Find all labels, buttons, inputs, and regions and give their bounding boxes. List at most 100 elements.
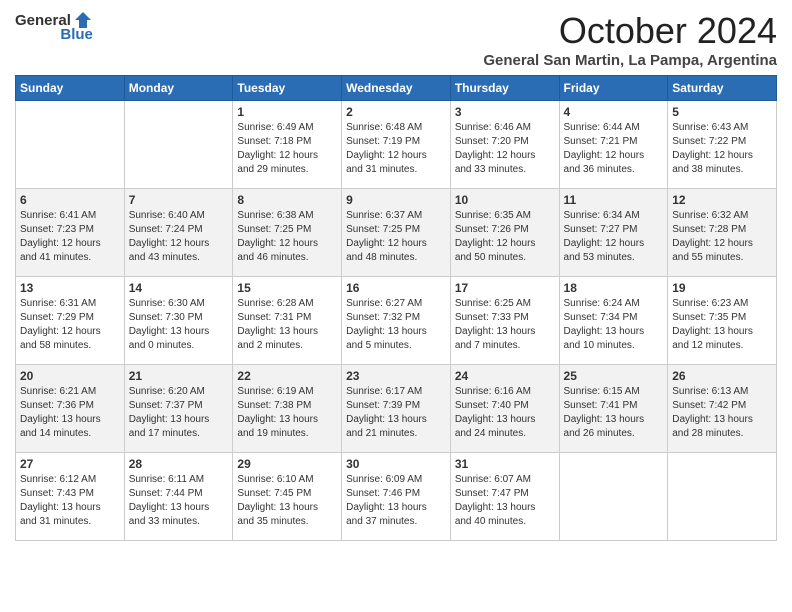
calendar-cell: 21 Sunrise: 6:20 AM Sunset: 7:37 PM Dayli…	[124, 365, 233, 453]
cell-info: Sunrise: 6:30 AM Sunset: 7:30 PM Dayligh…	[129, 297, 229, 353]
day-number: 10	[455, 193, 555, 207]
day-number: 24	[455, 369, 555, 383]
calendar-cell: 16 Sunrise: 6:27 AM Sunset: 7:32 PM Dayli…	[342, 277, 451, 365]
calendar-cell: 13Sunrise: 6:31 AM Sunset: 7:29 PM Dayli…	[16, 277, 125, 365]
day-number: 7	[129, 193, 229, 207]
calendar-week-4: 20Sunrise: 6:21 AM Sunset: 7:36 PM Dayli…	[16, 365, 777, 453]
day-number: 14	[129, 281, 229, 295]
calendar-cell	[559, 453, 668, 541]
header-sunday: Sunday	[16, 76, 125, 101]
cell-info: Sunrise: 6:20 AM Sunset: 7:37 PM Dayligh…	[129, 385, 229, 441]
cell-info: Sunrise: 6:31 AM Sunset: 7:29 PM Dayligh…	[20, 297, 120, 353]
calendar-cell: 4 Sunrise: 6:44 AM Sunset: 7:21 PM Daylig…	[559, 101, 668, 189]
calendar-cell: 23Sunrise: 6:17 AM Sunset: 7:39 PM Dayli…	[342, 365, 451, 453]
day-number: 28	[129, 457, 229, 471]
day-number: 31	[455, 457, 555, 471]
cell-info: Sunrise: 6:16 AM Sunset: 7:40 PM Dayligh…	[455, 385, 555, 441]
cell-info: Sunrise: 6:34 AM Sunset: 7:27 PM Dayligh…	[564, 209, 664, 265]
calendar-cell: 10 Sunrise: 6:35 AM Sunset: 7:26 PM Dayli…	[450, 189, 559, 277]
day-number: 3	[455, 105, 555, 119]
calendar-cell: 3Sunrise: 6:46 AM Sunset: 7:20 PM Daylig…	[450, 101, 559, 189]
calendar-body: 1Sunrise: 6:49 AM Sunset: 7:18 PM Daylig…	[16, 101, 777, 541]
day-number: 6	[20, 193, 120, 207]
title-block: October 2024 General San Martin, La Pamp…	[483, 10, 777, 69]
calendar-cell: 14 Sunrise: 6:30 AM Sunset: 7:30 PM Dayli…	[124, 277, 233, 365]
calendar-cell: 18 Sunrise: 6:24 AM Sunset: 7:34 PM Dayli…	[559, 277, 668, 365]
cell-info: Sunrise: 6:38 AM Sunset: 7:25 PM Dayligh…	[237, 209, 337, 265]
calendar-cell: 19 Sunrise: 6:23 AM Sunset: 7:35 PM Dayli…	[668, 277, 777, 365]
day-number: 21	[129, 369, 229, 383]
cell-info: Sunrise: 6:41 AM Sunset: 7:23 PM Dayligh…	[20, 209, 120, 265]
calendar-cell: 30 Sunrise: 6:09 AM Sunset: 7:46 PM Dayli…	[342, 453, 451, 541]
day-number: 16	[346, 281, 446, 295]
calendar-cell: 7 Sunrise: 6:40 AM Sunset: 7:24 PM Daylig…	[124, 189, 233, 277]
calendar-week-3: 13Sunrise: 6:31 AM Sunset: 7:29 PM Dayli…	[16, 277, 777, 365]
day-number: 18	[564, 281, 664, 295]
day-number: 1	[237, 105, 337, 119]
logo-blue: Blue	[60, 26, 93, 43]
day-number: 19	[672, 281, 772, 295]
cell-info: Sunrise: 6:12 AM Sunset: 7:43 PM Dayligh…	[20, 473, 120, 529]
day-number: 17	[455, 281, 555, 295]
day-number: 22	[237, 369, 337, 383]
day-number: 20	[20, 369, 120, 383]
calendar-header-row: SundayMondayTuesdayWednesdayThursdayFrid…	[16, 76, 777, 101]
calendar-cell: 26Sunrise: 6:13 AM Sunset: 7:42 PM Dayli…	[668, 365, 777, 453]
header-saturday: Saturday	[668, 76, 777, 101]
header-tuesday: Tuesday	[233, 76, 342, 101]
calendar-cell: 29 Sunrise: 6:10 AM Sunset: 7:45 PM Dayli…	[233, 453, 342, 541]
cell-info: Sunrise: 6:23 AM Sunset: 7:35 PM Dayligh…	[672, 297, 772, 353]
calendar-cell: 17 Sunrise: 6:25 AM Sunset: 7:33 PM Dayli…	[450, 277, 559, 365]
calendar-week-1: 1Sunrise: 6:49 AM Sunset: 7:18 PM Daylig…	[16, 101, 777, 189]
calendar-cell	[668, 453, 777, 541]
cell-info: Sunrise: 6:37 AM Sunset: 7:25 PM Dayligh…	[346, 209, 446, 265]
calendar-cell: 9 Sunrise: 6:37 AM Sunset: 7:25 PM Daylig…	[342, 189, 451, 277]
day-number: 26	[672, 369, 772, 383]
cell-info: Sunrise: 6:43 AM Sunset: 7:22 PM Dayligh…	[672, 121, 772, 177]
day-number: 25	[564, 369, 664, 383]
calendar-cell	[16, 101, 125, 189]
calendar-week-2: 6 Sunrise: 6:41 AM Sunset: 7:23 PM Daylig…	[16, 189, 777, 277]
day-number: 27	[20, 457, 120, 471]
cell-info: Sunrise: 6:27 AM Sunset: 7:32 PM Dayligh…	[346, 297, 446, 353]
header-thursday: Thursday	[450, 76, 559, 101]
day-number: 29	[237, 457, 337, 471]
calendar-cell	[124, 101, 233, 189]
day-number: 4	[564, 105, 664, 119]
calendar-week-5: 27 Sunrise: 6:12 AM Sunset: 7:43 PM Dayli…	[16, 453, 777, 541]
day-number: 30	[346, 457, 446, 471]
calendar-cell: 28 Sunrise: 6:11 AM Sunset: 7:44 PM Dayli…	[124, 453, 233, 541]
day-number: 23	[346, 369, 446, 383]
cell-info: Sunrise: 6:32 AM Sunset: 7:28 PM Dayligh…	[672, 209, 772, 265]
day-number: 9	[346, 193, 446, 207]
cell-info: Sunrise: 6:09 AM Sunset: 7:46 PM Dayligh…	[346, 473, 446, 529]
day-number: 15	[237, 281, 337, 295]
cell-info: Sunrise: 6:11 AM Sunset: 7:44 PM Dayligh…	[129, 473, 229, 529]
calendar-cell: 31 Sunrise: 6:07 AM Sunset: 7:47 PM Dayli…	[450, 453, 559, 541]
calendar-cell: 1Sunrise: 6:49 AM Sunset: 7:18 PM Daylig…	[233, 101, 342, 189]
day-number: 11	[564, 193, 664, 207]
calendar-cell: 8Sunrise: 6:38 AM Sunset: 7:25 PM Daylig…	[233, 189, 342, 277]
cell-info: Sunrise: 6:44 AM Sunset: 7:21 PM Dayligh…	[564, 121, 664, 177]
location-title: General San Martin, La Pampa, Argentina	[483, 52, 777, 69]
calendar-cell: 5 Sunrise: 6:43 AM Sunset: 7:22 PM Daylig…	[668, 101, 777, 189]
cell-info: Sunrise: 6:07 AM Sunset: 7:47 PM Dayligh…	[455, 473, 555, 529]
cell-info: Sunrise: 6:24 AM Sunset: 7:34 PM Dayligh…	[564, 297, 664, 353]
calendar-cell: 2 Sunrise: 6:48 AM Sunset: 7:19 PM Daylig…	[342, 101, 451, 189]
month-title: October 2024	[483, 10, 777, 52]
calendar-cell: 12 Sunrise: 6:32 AM Sunset: 7:28 PM Dayli…	[668, 189, 777, 277]
cell-info: Sunrise: 6:25 AM Sunset: 7:33 PM Dayligh…	[455, 297, 555, 353]
cell-info: Sunrise: 6:40 AM Sunset: 7:24 PM Dayligh…	[129, 209, 229, 265]
calendar-table: SundayMondayTuesdayWednesdayThursdayFrid…	[15, 75, 777, 541]
calendar-cell: 6 Sunrise: 6:41 AM Sunset: 7:23 PM Daylig…	[16, 189, 125, 277]
calendar-cell: 24 Sunrise: 6:16 AM Sunset: 7:40 PM Dayli…	[450, 365, 559, 453]
header-wednesday: Wednesday	[342, 76, 451, 101]
cell-info: Sunrise: 6:10 AM Sunset: 7:45 PM Dayligh…	[237, 473, 337, 529]
cell-info: Sunrise: 6:35 AM Sunset: 7:26 PM Dayligh…	[455, 209, 555, 265]
day-number: 2	[346, 105, 446, 119]
cell-info: Sunrise: 6:28 AM Sunset: 7:31 PM Dayligh…	[237, 297, 337, 353]
cell-info: Sunrise: 6:48 AM Sunset: 7:19 PM Dayligh…	[346, 121, 446, 177]
day-number: 12	[672, 193, 772, 207]
day-number: 5	[672, 105, 772, 119]
calendar-cell: 20Sunrise: 6:21 AM Sunset: 7:36 PM Dayli…	[16, 365, 125, 453]
